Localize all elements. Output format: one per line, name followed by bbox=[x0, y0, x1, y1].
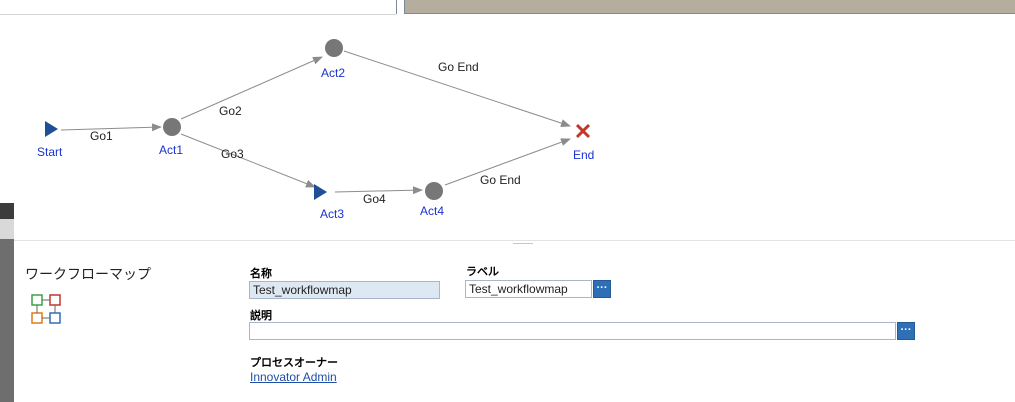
end-node-icon[interactable] bbox=[575, 123, 591, 139]
description-field[interactable] bbox=[249, 322, 896, 340]
path-label-go3: Go3 bbox=[221, 147, 244, 161]
act2-label: Act2 bbox=[321, 66, 345, 80]
left-edge-strip-header bbox=[0, 203, 14, 219]
path-label-go2: Go2 bbox=[219, 104, 242, 118]
path-label-go1: Go1 bbox=[90, 129, 113, 143]
act4-label: Act4 bbox=[420, 204, 444, 218]
path-label-go-end-bottom: Go End bbox=[480, 173, 521, 187]
name-field[interactable]: Test_workflowmap bbox=[249, 281, 440, 299]
end-label: End bbox=[573, 148, 594, 162]
act1-node[interactable] bbox=[163, 118, 181, 136]
pane-splitter-vertical[interactable] bbox=[396, 0, 405, 14]
act3-label: Act3 bbox=[320, 207, 344, 221]
act3-node-icon[interactable] bbox=[314, 184, 327, 200]
description-ellipsis-button[interactable]: ··· bbox=[897, 322, 915, 340]
label-field[interactable]: Test_workflowmap bbox=[465, 280, 592, 298]
workflow-map-icon bbox=[30, 293, 68, 336]
left-edge-strip-tab bbox=[0, 219, 14, 239]
path-label-go4: Go4 bbox=[363, 192, 386, 206]
act1-label: Act1 bbox=[159, 143, 183, 157]
process-owner-link[interactable]: Innovator Admin bbox=[250, 370, 337, 384]
panel-title: ワークフローマップ bbox=[25, 266, 151, 282]
label-ellipsis-button[interactable]: ··· bbox=[593, 280, 611, 298]
workflow-diagram-canvas[interactable]: Start Act1 Act2 Act3 Act4 End Go1 Go2 Go… bbox=[14, 15, 1015, 240]
top-pane-right bbox=[405, 0, 1015, 14]
start-node-icon[interactable] bbox=[45, 121, 58, 137]
top-pane-left bbox=[0, 0, 396, 15]
edge-go3[interactable] bbox=[180, 133, 316, 188]
path-label-go-end-top: Go End bbox=[438, 60, 479, 74]
start-label: Start bbox=[37, 145, 63, 159]
process-owner-label: プロセスオーナー bbox=[250, 357, 338, 369]
edge-go2[interactable] bbox=[180, 56, 323, 120]
description-label: 説明 bbox=[250, 310, 272, 322]
act4-node[interactable] bbox=[425, 182, 443, 200]
workflow-diagram: Start Act1 Act2 Act3 Act4 End Go1 Go2 Go… bbox=[37, 39, 594, 221]
act2-node[interactable] bbox=[325, 39, 343, 57]
label-label: ラベル bbox=[466, 266, 499, 278]
name-label: 名称 bbox=[250, 268, 272, 280]
